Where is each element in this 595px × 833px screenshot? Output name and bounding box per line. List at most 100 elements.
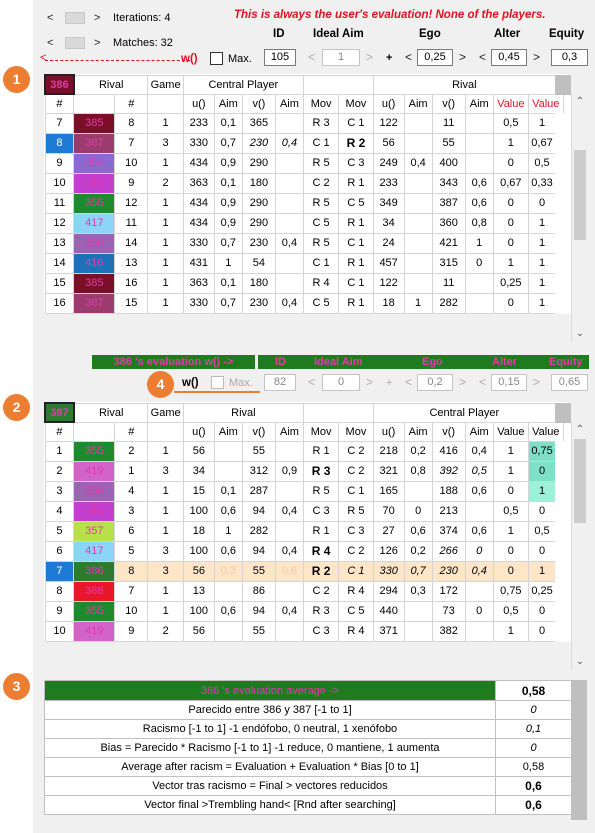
cell-id[interactable]: 419 [73, 460, 116, 482]
cell-v2[interactable]: 282 [431, 292, 466, 314]
cell-a[interactable]: 0,1 [213, 112, 243, 134]
cell-r[interactable]: 11 [114, 212, 149, 234]
cell-m2[interactable]: C 2 [338, 440, 374, 462]
cell-v[interactable]: 55 [241, 560, 277, 582]
cell-v2b[interactable]: 0 [528, 500, 572, 522]
cell-v[interactable]: 287 [241, 480, 277, 502]
cell-a2[interactable] [275, 112, 304, 134]
cell-n[interactable]: 3 [44, 480, 75, 502]
cell-u2[interactable]: 233 [372, 172, 405, 194]
cell-u2[interactable]: 70 [372, 500, 405, 522]
cell-v1[interactable]: 1 [492, 252, 530, 274]
cell-v[interactable]: 230 [241, 292, 277, 314]
cell-a3[interactable] [403, 212, 433, 234]
cell-a2[interactable]: 0,4 [275, 600, 304, 622]
cell-id[interactable]: 357 [73, 520, 116, 542]
cell-a2[interactable]: 0,4 [275, 292, 304, 314]
cell-v2b[interactable]: 0 [528, 600, 572, 622]
cell-a2[interactable]: 0,9 [275, 460, 304, 482]
cell-g[interactable]: 1 [147, 292, 184, 314]
ego-increase-button[interactable]: > [457, 49, 468, 66]
cell-n[interactable]: 12 [44, 212, 75, 234]
cell-n[interactable]: 15 [44, 272, 75, 294]
cell-u[interactable]: 100 [182, 500, 215, 522]
rivals-table-387-scrollbar[interactable]: ⌃ ⌄ [571, 422, 587, 670]
table-row[interactable]: 10 418 9 2 363 0,1 180 C 2R 1 233 343 0,6 0,67 0,33 [44, 172, 572, 194]
cell-m1[interactable]: R 1 [302, 440, 340, 462]
table-row[interactable]: 1 355 2 1 56 55 R 1C 2 218 0,2 416 0,4 1 0,75 [44, 440, 572, 462]
cell-a[interactable]: 0,7 [213, 232, 243, 254]
table-row[interactable]: 6 417 5 3 100 0,6 94 0,4 R 4C 2 126 0,2 266 0 0 0 [44, 540, 572, 562]
cell-m1[interactable]: R 5 [302, 152, 340, 174]
cell-r[interactable]: 14 [114, 232, 149, 254]
cell-id[interactable]: 387 [73, 132, 116, 154]
cell-v[interactable]: 312 [241, 460, 277, 482]
cell-a3[interactable]: 0,8 [403, 460, 433, 482]
cell-id[interactable]: 355 [73, 600, 116, 622]
cell-a2[interactable] [275, 272, 304, 294]
cell-a[interactable] [213, 460, 243, 482]
cell-a3[interactable]: 0,2 [403, 440, 433, 462]
cell-a4[interactable] [464, 112, 494, 134]
cell-m2[interactable]: R 5 [338, 500, 374, 522]
cell-a3[interactable]: 0,3 [403, 580, 433, 602]
id-input[interactable]: 105 [264, 49, 296, 66]
cell-a3[interactable] [403, 600, 433, 622]
cell-m1[interactable]: R 5 [302, 232, 340, 254]
table-row[interactable]: 7 386 8 3 56 0,3 55 0,6 R 2C 1 330 0,7 230 0,4 0 1 [44, 560, 572, 582]
iterations-slider[interactable] [65, 12, 85, 24]
eval-max-checkbox[interactable] [211, 376, 224, 389]
ideal-aim-decrease-button[interactable]: < [306, 49, 317, 66]
cell-id[interactable]: 417 [73, 540, 116, 562]
cell-v[interactable]: 290 [241, 212, 277, 234]
cell-g[interactable]: 3 [147, 540, 184, 562]
table-row[interactable]: 16 387 15 1 330 0,7 230 0,4 C 5R 1 18 1 282 0 1 [44, 292, 572, 314]
cell-a4[interactable]: 0,4 [464, 560, 494, 582]
cell-u[interactable]: 330 [182, 292, 215, 314]
cell-m1[interactable]: C 2 [302, 580, 340, 602]
cell-g[interactable]: 1 [147, 500, 184, 522]
cell-a2[interactable]: 0,4 [275, 540, 304, 562]
cell-v2b[interactable]: 1 [528, 252, 572, 274]
cell-m2[interactable]: C 3 [338, 520, 374, 542]
cell-v2b[interactable]: 0,25 [528, 580, 572, 602]
cell-v[interactable]: 290 [241, 152, 277, 174]
cell-r[interactable]: 5 [114, 540, 149, 562]
cell-a3[interactable]: 0,6 [403, 520, 433, 542]
table-row[interactable]: 9 355 10 1 100 0,6 94 0,4 R 3C 5 440 73 0 0,5 0 [44, 600, 572, 622]
cell-g[interactable]: 1 [147, 580, 184, 602]
alter-increase-button[interactable]: > [531, 49, 542, 66]
cell-a2[interactable]: 0,4 [275, 232, 304, 254]
eval-alter-input[interactable]: 0,15 [491, 374, 527, 391]
table-row[interactable]: 14 416 13 1 431 1 54 C 1R 1 457 315 0 1 1 [44, 252, 572, 274]
cell-id[interactable]: 388 [73, 580, 116, 602]
cell-a3[interactable] [403, 112, 433, 134]
cell-m1[interactable]: C 1 [302, 252, 340, 274]
eval-ego-decrease-button[interactable]: < [403, 374, 414, 391]
eval-ideal-aim-increase-button[interactable]: > [364, 374, 375, 391]
cell-v[interactable]: 55 [241, 620, 277, 642]
cell-r[interactable]: 16 [114, 272, 149, 294]
alter-input[interactable]: 0,45 [491, 49, 527, 66]
cell-v[interactable]: 94 [241, 540, 277, 562]
cell-v2[interactable]: 73 [431, 600, 466, 622]
cell-g[interactable]: 1 [147, 252, 184, 274]
cell-m1[interactable]: C 2 [302, 172, 340, 194]
table-row[interactable]: 15 385 16 1 363 0,1 180 R 4C 1 122 11 0,25 1 [44, 272, 572, 294]
cell-a2[interactable] [275, 192, 304, 214]
cell-v2b[interactable]: 0,5 [528, 520, 572, 542]
cell-m2[interactable]: C 3 [338, 152, 374, 174]
cell-a3[interactable]: 0,2 [403, 540, 433, 562]
cell-a3[interactable] [403, 132, 433, 154]
summary-scrollbar[interactable] [571, 680, 587, 820]
cell-id[interactable]: 355 [73, 192, 116, 214]
cell-u[interactable]: 233 [182, 112, 215, 134]
table-row[interactable]: 13 356 14 1 330 0,7 230 0,4 R 5C 1 24 421 1 0 1 [44, 232, 572, 254]
cell-r[interactable]: 15 [114, 292, 149, 314]
cell-v2b[interactable]: 1 [528, 212, 572, 234]
cell-a[interactable]: 0,9 [213, 152, 243, 174]
cell-n[interactable]: 6 [44, 540, 75, 562]
cell-g[interactable]: 3 [147, 560, 184, 582]
cell-a[interactable] [213, 620, 243, 642]
cell-m1[interactable]: C 3 [302, 500, 340, 522]
